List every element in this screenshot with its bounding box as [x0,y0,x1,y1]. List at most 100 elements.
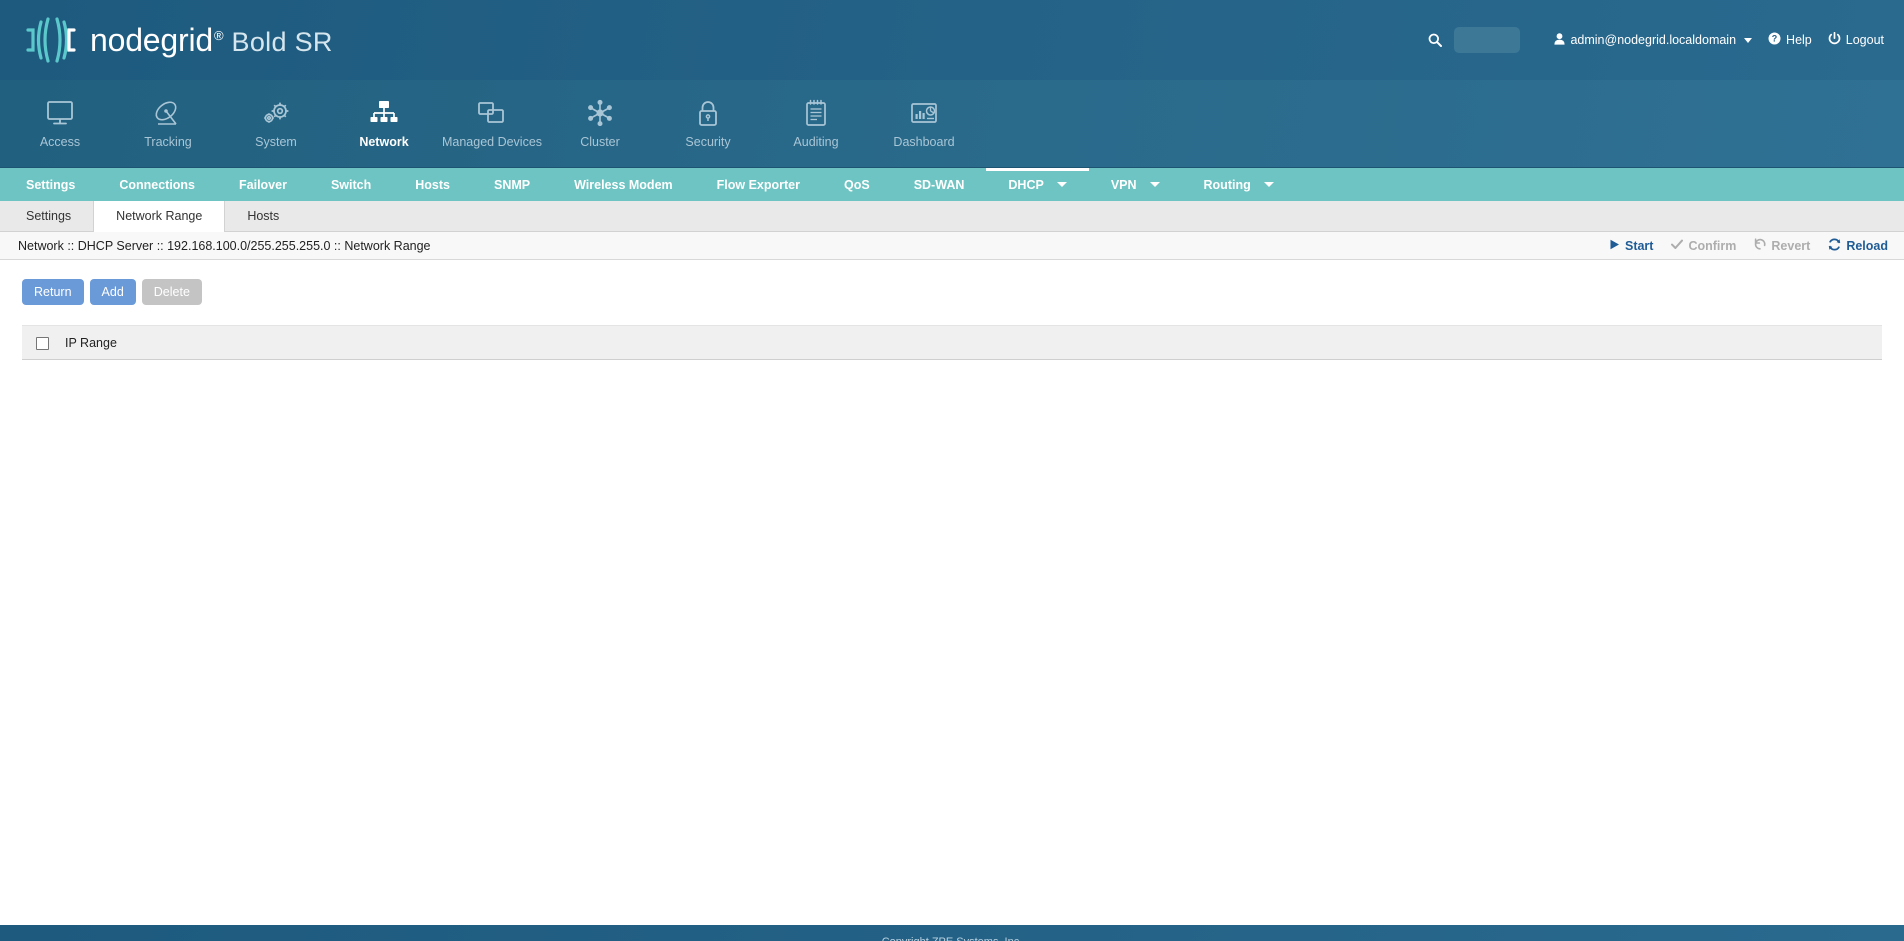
teal-nav-dhcp[interactable]: DHCP [986,168,1090,201]
cluster-nodes-icon [586,98,614,128]
teal-nav-vpn[interactable]: VPN [1089,168,1182,201]
check-icon [1671,239,1684,253]
svg-text:?: ? [1772,34,1778,44]
teal-nav-sd-wan[interactable]: SD-WAN [892,168,987,201]
select-all-checkbox[interactable] [36,336,49,350]
teal-nav-hosts[interactable]: Hosts [393,168,472,201]
revert-label: Revert [1771,238,1811,253]
chevron-down-icon [1056,182,1067,187]
teal-nav-label: Flow Exporter [716,177,800,192]
teal-nav-flow-exporter[interactable]: Flow Exporter [695,168,822,201]
help-icon: ? [1768,32,1781,48]
refresh-icon [1828,237,1841,254]
search-input[interactable] [1454,27,1521,53]
teal-nav-label: SD-WAN [913,177,965,192]
start-label: Start [1624,238,1654,253]
main-content: Return Add Delete IP Range [0,260,1904,925]
nav-item-cluster[interactable]: Cluster [546,80,654,168]
teal-nav-label: Routing [1203,177,1251,192]
teal-nav-label: Settings [26,177,76,192]
nav-label: System [255,135,297,149]
nav-item-auditing[interactable]: Auditing [762,80,870,168]
nav-item-managed-devices[interactable]: Managed Devices [438,80,546,168]
teal-nav-routing[interactable]: Routing [1182,168,1296,201]
column-header-ip-range[interactable]: IP Range [57,325,1882,361]
teal-nav-label: QoS [843,177,870,192]
nav-label: Managed Devices [441,135,543,149]
teal-nav-snmp[interactable]: SNMP [472,168,552,201]
chevron-down-icon [1149,182,1160,187]
nav-label: Security [685,135,731,149]
nav-label: Network [359,135,409,149]
nodegrid-logo-icon [22,16,76,64]
select-all-cell [22,325,57,361]
reload-button[interactable]: Reload [1828,237,1888,254]
chevron-down-icon [1263,182,1274,187]
nav-label: Access [39,135,81,149]
revert-button: Revert [1754,238,1810,253]
nav-item-tracking[interactable]: Tracking [114,80,222,168]
search-icon[interactable] [1422,27,1448,53]
chevron-down-icon [1744,37,1753,43]
chart-report-icon [910,98,938,128]
teal-nav-switch[interactable]: Switch [309,168,393,201]
app-header: nodegrid ® Bold SR admin@nodegrid.localdo… [0,0,1904,80]
confirm-label: Confirm [1688,238,1737,253]
user-email-label: admin@nodegrid.localdomain [1570,33,1737,47]
sub-tab-network-range[interactable]: Network Range [93,201,226,232]
action-button-row: Return Add Delete [22,279,1882,306]
undo-icon [1754,238,1766,253]
add-button[interactable]: Add [89,279,136,306]
sub-tab-label: Network Range [116,209,203,223]
teal-nav-connections[interactable]: Connections [97,168,217,201]
nav-label: Auditing [793,135,839,149]
nav-item-dashboard[interactable]: Dashboard [870,80,978,168]
nav-label: Dashboard [893,135,955,149]
brand-model: Bold SR [231,26,333,57]
nav-item-system[interactable]: System [222,80,330,168]
footer-copyright: Copyright ZPE Systems, Inc. [0,936,1904,941]
nav-item-access[interactable]: Access [6,80,114,168]
nav-item-network[interactable]: Network [330,80,438,168]
teal-nav-label: Hosts [415,177,450,192]
teal-nav-qos[interactable]: QoS [822,168,892,201]
teal-nav-label: Switch [330,177,372,192]
user-menu[interactable]: admin@nodegrid.localdomain [1554,32,1753,48]
teal-nav-settings[interactable]: Settings [4,168,97,201]
windows-stack-icon [477,98,507,128]
nav-label: Tracking [144,135,192,149]
teal-nav-wireless-modem[interactable]: Wireless Modem [552,168,695,201]
start-button[interactable]: Start [1609,239,1653,253]
table-header-row: IP Range [22,325,1882,361]
network-tree-icon [369,98,399,128]
breadcrumb-actions: Start Confirm Revert Reload [1609,237,1888,254]
breadcrumb-bar: Network :: DHCP Server :: 192.168.100.0/… [0,232,1904,260]
nav-item-security[interactable]: Security [654,80,762,168]
logout-button[interactable]: Logout [1828,31,1884,48]
return-button[interactable]: Return [22,279,84,306]
confirm-button: Confirm [1671,239,1736,253]
sub-tab-hosts[interactable]: Hosts [225,201,301,231]
teal-nav-label: Failover [239,177,287,192]
teal-nav-label: Connections [119,177,196,192]
satellite-dish-icon [154,98,182,128]
secondary-navigation: Settings Connections Failover Switch Hos… [0,168,1904,201]
notepad-icon [804,98,828,128]
play-icon [1609,239,1620,253]
power-icon [1828,31,1841,48]
brand-name: nodegrid [90,21,213,58]
primary-icon-navigation: Access Tracking System Network Managed D… [0,80,1904,168]
table-header: IP Range [22,325,1882,361]
sub-tab-label: Settings [26,209,72,223]
brand-logo[interactable]: nodegrid ® Bold SR [22,16,333,64]
delete-button: Delete [141,279,202,306]
sub-tab-settings[interactable]: Settings [4,201,93,231]
help-button[interactable]: ? Help [1768,32,1812,48]
sub-tab-label: Hosts [247,209,280,223]
monitor-icon [46,98,74,128]
teal-nav-label: Wireless Modem [574,177,673,192]
teal-nav-failover[interactable]: Failover [217,168,309,201]
teal-nav-label: DHCP [1008,177,1044,192]
sub-tab-bar: Settings Network Range Hosts [0,201,1904,232]
teal-nav-label: VPN [1110,177,1137,192]
